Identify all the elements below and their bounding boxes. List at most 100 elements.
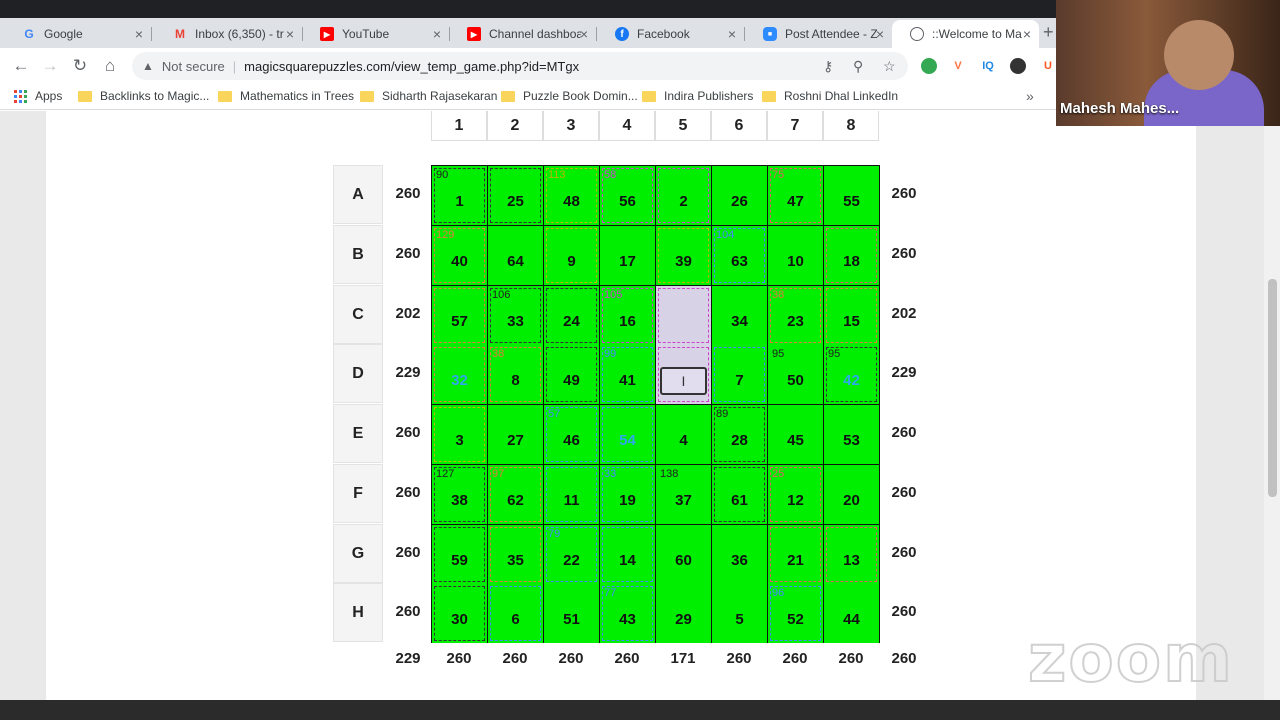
browser-tab[interactable]: ::Welcome to Ma × <box>892 20 1039 48</box>
browser-tab[interactable]: ▶ YouTube × <box>302 20 450 48</box>
grid-cell[interactable]: 33 19 <box>600 465 655 524</box>
grid-cell[interactable]: 105 16 <box>600 286 655 345</box>
cell-input[interactable]: I <box>660 367 707 395</box>
grid-cell[interactable]: 51 <box>544 584 599 643</box>
grid-cell[interactable]: 7 <box>712 345 767 404</box>
grid-cell[interactable]: 53 <box>824 405 879 464</box>
grid-cell[interactable]: 60 <box>656 525 711 584</box>
grid-cell[interactable]: 10 <box>768 226 823 285</box>
grid-cell[interactable]: 15 <box>824 286 879 345</box>
tab-close-icon[interactable]: × <box>580 26 588 42</box>
bookmark-item[interactable]: Backlinks to Magic... <box>78 89 209 103</box>
security-indicator[interactable]: Not secure <box>162 59 225 74</box>
grid-cell[interactable]: 96 52 <box>768 584 823 643</box>
scrollbar[interactable] <box>1264 111 1280 700</box>
grid-cell[interactable]: 97 62 <box>488 465 543 524</box>
grid-cell[interactable]: 58 56 <box>600 166 655 225</box>
tab-close-icon[interactable]: × <box>286 26 294 42</box>
grid-cell[interactable]: 18 <box>824 226 879 285</box>
bookmark-item[interactable]: Sidharth Rajasekaran <box>360 89 497 103</box>
grid-cell[interactable]: 38 23 <box>768 286 823 345</box>
grid-cell[interactable]: 104 63 <box>712 226 767 285</box>
grid-cell[interactable]: 30 <box>432 584 487 643</box>
grid-cell[interactable]: 57 <box>432 286 487 345</box>
grid-cell[interactable]: 89 28 <box>712 405 767 464</box>
participant-video[interactable]: Mahesh Mahes... <box>1056 0 1280 126</box>
grid-cell[interactable]: 25 12 <box>768 465 823 524</box>
grid-cell[interactable]: 32 <box>432 345 487 404</box>
grid-cell[interactable]: 29 <box>656 584 711 643</box>
grid-cell[interactable]: 4 <box>656 405 711 464</box>
grid-cell[interactable]: 21 <box>768 525 823 584</box>
ext-circle-icon[interactable] <box>1010 58 1026 74</box>
browser-tab[interactable]: M Inbox (6,350) - tr × <box>155 20 303 48</box>
grid-cell[interactable]: I <box>656 345 711 404</box>
ext-globe-icon[interactable] <box>921 58 937 74</box>
grid-cell[interactable]: 38 8 <box>488 345 543 404</box>
grid-cell[interactable]: 45 <box>768 405 823 464</box>
grid-cell[interactable]: 127 38 <box>432 465 487 524</box>
bookmark-item[interactable]: Indira Publishers <box>642 89 753 103</box>
grid-cell[interactable]: 36 <box>712 525 767 584</box>
grid-cell[interactable]: 95 50 <box>768 345 823 404</box>
ext-v-icon[interactable]: V <box>950 58 966 74</box>
grid-cell[interactable]: 20 <box>824 465 879 524</box>
grid-cell[interactable]: 14 <box>600 525 655 584</box>
reload-icon[interactable]: ↻ <box>69 55 91 77</box>
bookmark-item[interactable]: Roshni Dhal LinkedIn <box>762 89 898 103</box>
grid-cell[interactable]: 34 <box>712 286 767 345</box>
tab-close-icon[interactable]: × <box>728 26 736 42</box>
bookmark-apps[interactable]: Apps <box>14 89 62 103</box>
grid-cell[interactable]: 26 <box>712 166 767 225</box>
grid-cell[interactable]: 77 43 <box>600 584 655 643</box>
grid-cell[interactable]: 9 <box>544 226 599 285</box>
ext-iq-icon[interactable]: IQ <box>980 58 996 74</box>
browser-tab[interactable]: ▶ Channel dashboa × <box>449 20 597 48</box>
grid-cell[interactable]: 49 <box>544 345 599 404</box>
grid-cell[interactable]: 39 <box>656 226 711 285</box>
browser-tab[interactable]: G Google × <box>4 20 152 48</box>
grid-cell[interactable]: 57 46 <box>544 405 599 464</box>
grid-cell[interactable]: 61 <box>712 465 767 524</box>
home-icon[interactable]: ⌂ <box>99 55 121 77</box>
ext-u-icon[interactable]: U <box>1040 58 1056 74</box>
grid-cell[interactable]: 113 48 <box>544 166 599 225</box>
bookmark-item[interactable]: Mathematics in Trees <box>218 89 354 103</box>
grid-cell[interactable]: 11 <box>544 465 599 524</box>
new-tab-icon[interactable]: + <box>1043 22 1054 43</box>
forward-arrow-icon[interactable]: → <box>39 55 61 77</box>
tab-close-icon[interactable]: × <box>876 26 884 42</box>
grid-cell[interactable]: 13 <box>824 525 879 584</box>
grid-cell[interactable]: 2 <box>656 166 711 225</box>
grid-cell[interactable]: 27 <box>488 405 543 464</box>
grid-cell[interactable]: 6 <box>488 584 543 643</box>
grid-cell[interactable]: 55 <box>824 166 879 225</box>
bookmark-item[interactable]: Puzzle Book Domin... <box>501 89 638 103</box>
grid-cell[interactable]: 129 40 <box>432 226 487 285</box>
grid-cell[interactable]: 79 22 <box>544 525 599 584</box>
grid-cell[interactable]: 3 <box>432 405 487 464</box>
scrollbar-thumb[interactable] <box>1268 279 1277 497</box>
grid-cell[interactable]: 35 <box>488 525 543 584</box>
grid-cell[interactable]: 90 1 <box>432 166 487 225</box>
tab-close-icon[interactable]: × <box>433 26 441 42</box>
tab-close-icon[interactable]: × <box>1023 26 1031 42</box>
browser-tab[interactable]: ■ Post Attendee - Z × <box>745 20 893 48</box>
back-arrow-icon[interactable]: ← <box>10 55 32 77</box>
grid-cell[interactable]: 106 33 <box>488 286 543 345</box>
grid-cell[interactable]: 59 <box>432 525 487 584</box>
tab-close-icon[interactable]: × <box>135 26 143 42</box>
grid-cell[interactable]: 54 <box>600 405 655 464</box>
grid-cell[interactable]: 44 <box>824 584 879 643</box>
address-bar[interactable]: ▲ Not secure | magicsquarepuzzles.com/vi… <box>132 52 908 80</box>
grid-cell[interactable]: 17 <box>600 226 655 285</box>
grid-cell[interactable]: 75 47 <box>768 166 823 225</box>
grid-cell[interactable]: 138 37 <box>656 465 711 524</box>
zoom-magnifier-icon[interactable]: ⚲ <box>853 58 863 75</box>
bookmark-star-icon[interactable]: ☆ <box>883 58 896 75</box>
key-icon[interactable]: ⚷ <box>823 58 833 75</box>
grid-cell[interactable]: 5 <box>712 584 767 643</box>
browser-tab[interactable]: f Facebook × <box>597 20 745 48</box>
more-bookmarks-icon[interactable]: » <box>1026 88 1034 104</box>
grid-cell[interactable]: 24 <box>544 286 599 345</box>
